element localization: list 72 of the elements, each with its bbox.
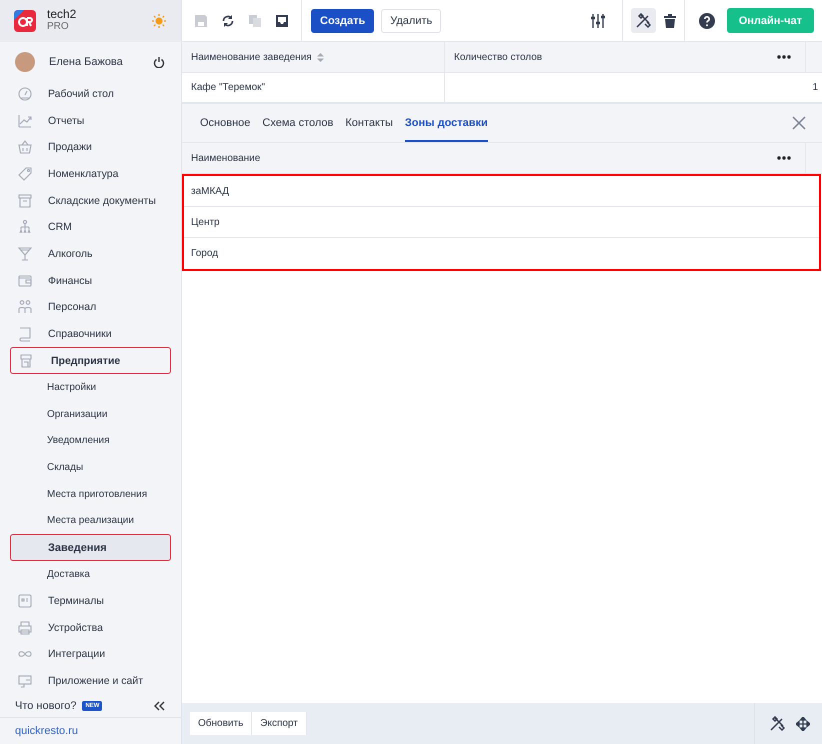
tools-button[interactable] [630,8,656,33]
archive-icon [17,192,33,209]
logo-icon [14,10,36,32]
nav-item[interactable]: Справочники [0,320,171,348]
nav-item[interactable]: Финансы [0,267,171,294]
refresh-icon[interactable] [221,14,235,28]
basket-icon [17,139,33,156]
tag-icon [17,166,33,182]
collapse-icon[interactable] [153,700,165,711]
more-icon[interactable] [777,55,791,59]
more-icon[interactable] [777,156,791,160]
table-cell: Кафе "Теремок" [182,73,445,102]
footer-button[interactable]: Экспорт [252,712,307,735]
brand-name: tech2 [47,8,78,22]
table-cell-text: Город [190,247,220,261]
table-cell: Центр [184,207,819,238]
nav-item[interactable]: Отчеты [0,107,171,134]
nav-item[interactable]: Устройства [0,614,171,641]
nav-item[interactable]: Продажи [0,134,171,161]
chart-icon [17,112,33,129]
printer-icon [17,620,33,636]
gauge-icon [17,86,33,102]
nav-item[interactable]: Терминалы [0,588,171,614]
nav-subitem[interactable]: Места реализации [0,508,171,534]
tools-icon[interactable] [769,716,785,732]
tools-icon[interactable] [635,12,652,28]
nav-item[interactable]: Предприятие [10,347,171,374]
nav-subitem[interactable]: Уведомления [0,427,171,454]
terminal-icon [17,592,33,609]
whats-new-link[interactable]: Что нового? [15,700,76,712]
tab[interactable]: Контакты [345,104,393,142]
shop-icon [18,352,34,369]
power-icon[interactable] [153,56,165,68]
nav-subitem[interactable]: Организации [0,400,171,428]
nav-item[interactable]: Приложение и сайт [0,668,171,694]
table-cell-text: 1 [811,81,819,95]
footer-button[interactable]: Обновить [190,712,252,735]
nav-item[interactable]: Алкоголь [0,240,171,268]
delete-button[interactable]: Удалить [381,8,442,32]
plan-label: PRO [47,21,70,34]
nav-item[interactable]: Персонал [0,294,171,321]
nav-item[interactable]: Рабочий стол [0,80,171,108]
avatar [15,52,35,72]
book-icon [17,326,33,342]
sliders-icon[interactable] [590,12,606,28]
close-icon[interactable] [792,116,806,130]
site-link[interactable]: quickresto.ru [0,718,181,744]
wallet-icon [17,272,33,289]
nav-item[interactable]: Складские документы [0,187,171,214]
inbox-icon[interactable] [275,14,289,28]
nav-subitem[interactable]: Места приготовления [0,480,171,508]
trash-icon[interactable] [664,14,676,28]
people-icon [17,299,33,316]
tab[interactable]: Схема столов [262,104,334,142]
help-icon[interactable] [698,12,715,28]
nav-subitem[interactable]: Заведения [10,534,171,561]
tab[interactable]: Основное [200,104,250,142]
nav-subitem[interactable]: Склады [0,454,171,481]
table-cell: заМКАД [184,176,819,207]
nav-subitem[interactable]: Доставка [0,560,171,588]
column-header[interactable]: Наименование [191,152,260,164]
user-name: Елена Бажова [49,56,124,68]
column-header[interactable]: Количество столов [454,52,542,62]
column-header[interactable]: Наименование заведения [191,52,312,62]
nav-subitem[interactable]: Настройки [0,374,171,401]
create-button[interactable]: Создать [311,8,374,32]
glass-icon [17,246,33,262]
screen-icon [17,672,33,689]
people-tree-icon [17,219,33,236]
nav-item[interactable]: Номенклатура [0,160,171,188]
nav-item[interactable]: CRM [0,214,171,241]
nav-item[interactable]: Интеграции [0,640,171,668]
